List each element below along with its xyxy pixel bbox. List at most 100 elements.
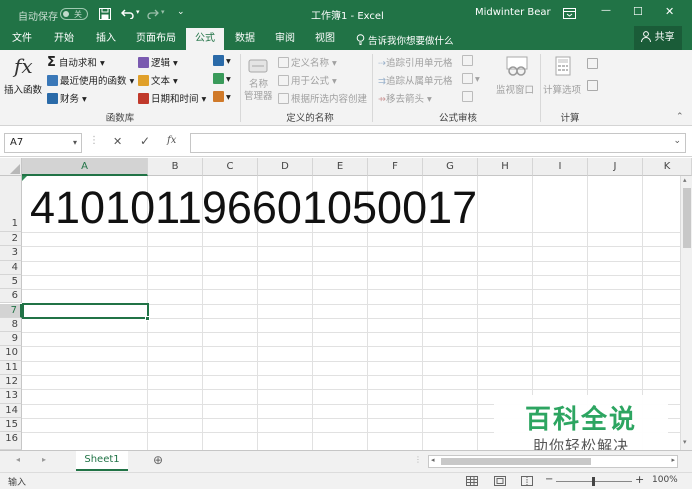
row-header-5[interactable]: 5 bbox=[0, 274, 22, 290]
row-header-3[interactable]: 3 bbox=[0, 246, 22, 261]
show-formulas-button[interactable] bbox=[462, 55, 475, 67]
horizontal-scrollbar[interactable]: ◂ ▸ bbox=[428, 455, 678, 468]
user-name[interactable]: Midwinter Bear bbox=[475, 7, 551, 18]
name-manager-button[interactable]: 名称 管理器 bbox=[244, 56, 274, 106]
calculate-now-button[interactable] bbox=[587, 58, 600, 70]
create-from-selection-button[interactable]: 根据所选内容创建 bbox=[278, 91, 367, 105]
redo-icon[interactable] bbox=[147, 8, 159, 19]
name-box-dropdown-icon[interactable]: ▾ bbox=[73, 134, 77, 152]
insert-function-button[interactable]: fx 插入函数 bbox=[4, 54, 44, 98]
trace-dependents-button[interactable]: ⇉追踪从属单元格 bbox=[378, 73, 452, 87]
page-layout-view-icon[interactable] bbox=[494, 476, 506, 486]
next-sheet-icon[interactable]: ▸ bbox=[42, 455, 46, 464]
page-break-view-icon[interactable] bbox=[521, 476, 533, 486]
row-header-4[interactable]: 4 bbox=[0, 260, 22, 275]
selected-cell-A7[interactable] bbox=[22, 303, 149, 319]
math-trig-button[interactable]: ▾ bbox=[213, 73, 231, 85]
horizontal-scroll-thumb[interactable] bbox=[441, 458, 591, 465]
row-header-15[interactable]: 15 bbox=[0, 417, 22, 433]
tab-view[interactable]: 视图 bbox=[308, 28, 342, 50]
maximize-button[interactable]: ☐ bbox=[633, 5, 643, 18]
tab-data[interactable]: 数据 bbox=[228, 28, 262, 50]
row-header-1[interactable]: 1 bbox=[0, 176, 22, 232]
evaluate-formula-button[interactable] bbox=[462, 91, 475, 103]
scroll-down-icon[interactable]: ▾ bbox=[683, 438, 687, 446]
tab-home[interactable]: 开始 bbox=[46, 28, 82, 50]
tab-review[interactable]: 审阅 bbox=[268, 28, 302, 50]
row-header-11[interactable]: 11 bbox=[0, 360, 22, 375]
autosave-toggle[interactable]: 关 bbox=[60, 8, 88, 20]
trace-precedents-button[interactable]: ⇢追踪引用单元格 bbox=[378, 55, 452, 69]
vertical-scroll-thumb[interactable] bbox=[683, 188, 691, 248]
column-header-B[interactable]: B bbox=[148, 158, 203, 176]
sheet-tab-sheet1[interactable]: Sheet1 bbox=[76, 451, 128, 471]
recent-functions-button[interactable]: 最近使用的函数 ▾ bbox=[47, 73, 134, 87]
column-header-A[interactable]: A bbox=[22, 158, 148, 176]
column-header-E[interactable]: E bbox=[313, 158, 368, 176]
row-header-7[interactable]: 7 bbox=[0, 303, 22, 318]
close-button[interactable]: ✕ bbox=[665, 5, 674, 18]
fill-handle[interactable] bbox=[145, 316, 150, 321]
column-header-G[interactable]: G bbox=[423, 158, 478, 176]
remove-arrows-button[interactable]: ⇸移去箭头 ▾ bbox=[378, 91, 432, 105]
collapse-ribbon-icon[interactable]: ⌃ bbox=[676, 112, 684, 122]
use-in-formula-button[interactable]: 用于公式 ▾ bbox=[278, 73, 337, 87]
scroll-up-icon[interactable]: ▴ bbox=[683, 176, 687, 184]
select-all-button[interactable] bbox=[0, 158, 22, 176]
scroll-left-icon[interactable]: ◂ bbox=[431, 456, 435, 464]
vertical-scrollbar[interactable]: ▴ ▾ bbox=[680, 176, 692, 450]
tab-insert[interactable]: 插入 bbox=[88, 28, 124, 50]
column-header-D[interactable]: D bbox=[258, 158, 313, 176]
enter-button[interactable]: ✓ bbox=[140, 134, 150, 148]
zoom-in-button[interactable]: + bbox=[635, 473, 644, 486]
zoom-level[interactable]: 100% bbox=[652, 475, 678, 485]
customize-quick-access-icon[interactable]: ⌄ bbox=[177, 7, 185, 17]
tab-formulas[interactable]: 公式 bbox=[186, 28, 224, 50]
autosum-button[interactable]: Σ 自动求和 ▾ bbox=[47, 55, 105, 70]
ribbon-display-options-icon[interactable] bbox=[563, 8, 576, 19]
row-header-9[interactable]: 9 bbox=[0, 332, 22, 347]
zoom-slider-thumb[interactable] bbox=[592, 477, 595, 486]
column-header-K[interactable]: K bbox=[643, 158, 692, 176]
error-checking-button[interactable]: ▾ bbox=[462, 73, 480, 85]
add-sheet-button[interactable]: ⊕ bbox=[153, 453, 163, 467]
watch-window-button[interactable]: 监视窗口 bbox=[494, 56, 538, 102]
calculation-options-button[interactable]: 计算选项 bbox=[543, 56, 585, 102]
redo-dropdown-icon[interactable]: ▾ bbox=[161, 8, 165, 16]
cell-A1[interactable]: 410101196601050017 bbox=[30, 182, 477, 234]
calculate-sheet-button[interactable] bbox=[587, 80, 600, 92]
financial-button[interactable]: 财务 ▾ bbox=[47, 91, 87, 105]
formula-input[interactable]: ⌄ bbox=[190, 133, 686, 153]
undo-dropdown-icon[interactable]: ▾ bbox=[136, 8, 140, 16]
tab-file[interactable]: 文件 bbox=[4, 28, 40, 50]
cancel-entry-button[interactable]: ✕ bbox=[113, 135, 122, 148]
share-button[interactable]: 共享 bbox=[634, 26, 682, 50]
tell-me-box[interactable]: 告诉我你想要做什么 bbox=[368, 33, 454, 47]
drag-handle-icon[interactable]: ⋮ bbox=[89, 135, 99, 146]
column-header-I[interactable]: I bbox=[533, 158, 588, 176]
column-header-J[interactable]: J bbox=[588, 158, 643, 176]
row-header-13[interactable]: 13 bbox=[0, 389, 22, 404]
row-header-2[interactable]: 2 bbox=[0, 232, 22, 247]
column-header-H[interactable]: H bbox=[478, 158, 533, 176]
minimize-button[interactable]: — bbox=[601, 5, 611, 16]
row-header-6[interactable]: 6 bbox=[0, 289, 22, 304]
row-header-10[interactable]: 10 bbox=[0, 346, 22, 361]
column-header-C[interactable]: C bbox=[203, 158, 258, 176]
tab-split-handle-icon[interactable]: ⋮ bbox=[414, 455, 422, 464]
zoom-out-button[interactable]: − bbox=[545, 474, 553, 485]
prev-sheet-icon[interactable]: ◂ bbox=[16, 455, 20, 464]
column-header-F[interactable]: F bbox=[368, 158, 423, 176]
save-icon[interactable] bbox=[99, 8, 111, 20]
logical-button[interactable]: 逻辑 ▾ bbox=[138, 55, 178, 69]
tab-page-layout[interactable]: 页面布局 bbox=[130, 28, 182, 50]
text-functions-button[interactable]: 文本 ▾ bbox=[138, 73, 178, 87]
normal-view-icon[interactable] bbox=[466, 476, 478, 486]
expand-formula-bar-icon[interactable]: ⌄ bbox=[673, 136, 681, 146]
lookup-reference-button[interactable]: ▾ bbox=[213, 55, 231, 67]
define-name-button[interactable]: 定义名称 ▾ bbox=[278, 55, 337, 69]
row-header-8[interactable]: 8 bbox=[0, 317, 22, 333]
datetime-button[interactable]: 日期和时间 ▾ bbox=[138, 91, 206, 105]
more-functions-button[interactable]: ▾ bbox=[213, 91, 231, 103]
row-header-12[interactable]: 12 bbox=[0, 375, 22, 390]
